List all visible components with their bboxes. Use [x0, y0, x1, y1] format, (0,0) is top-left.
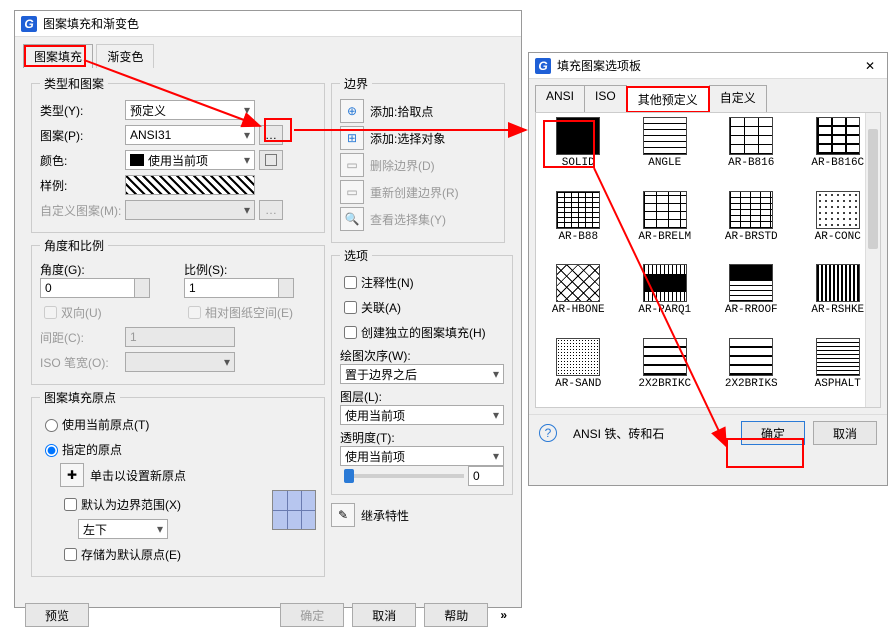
annotation-arrows: [0, 0, 896, 615]
